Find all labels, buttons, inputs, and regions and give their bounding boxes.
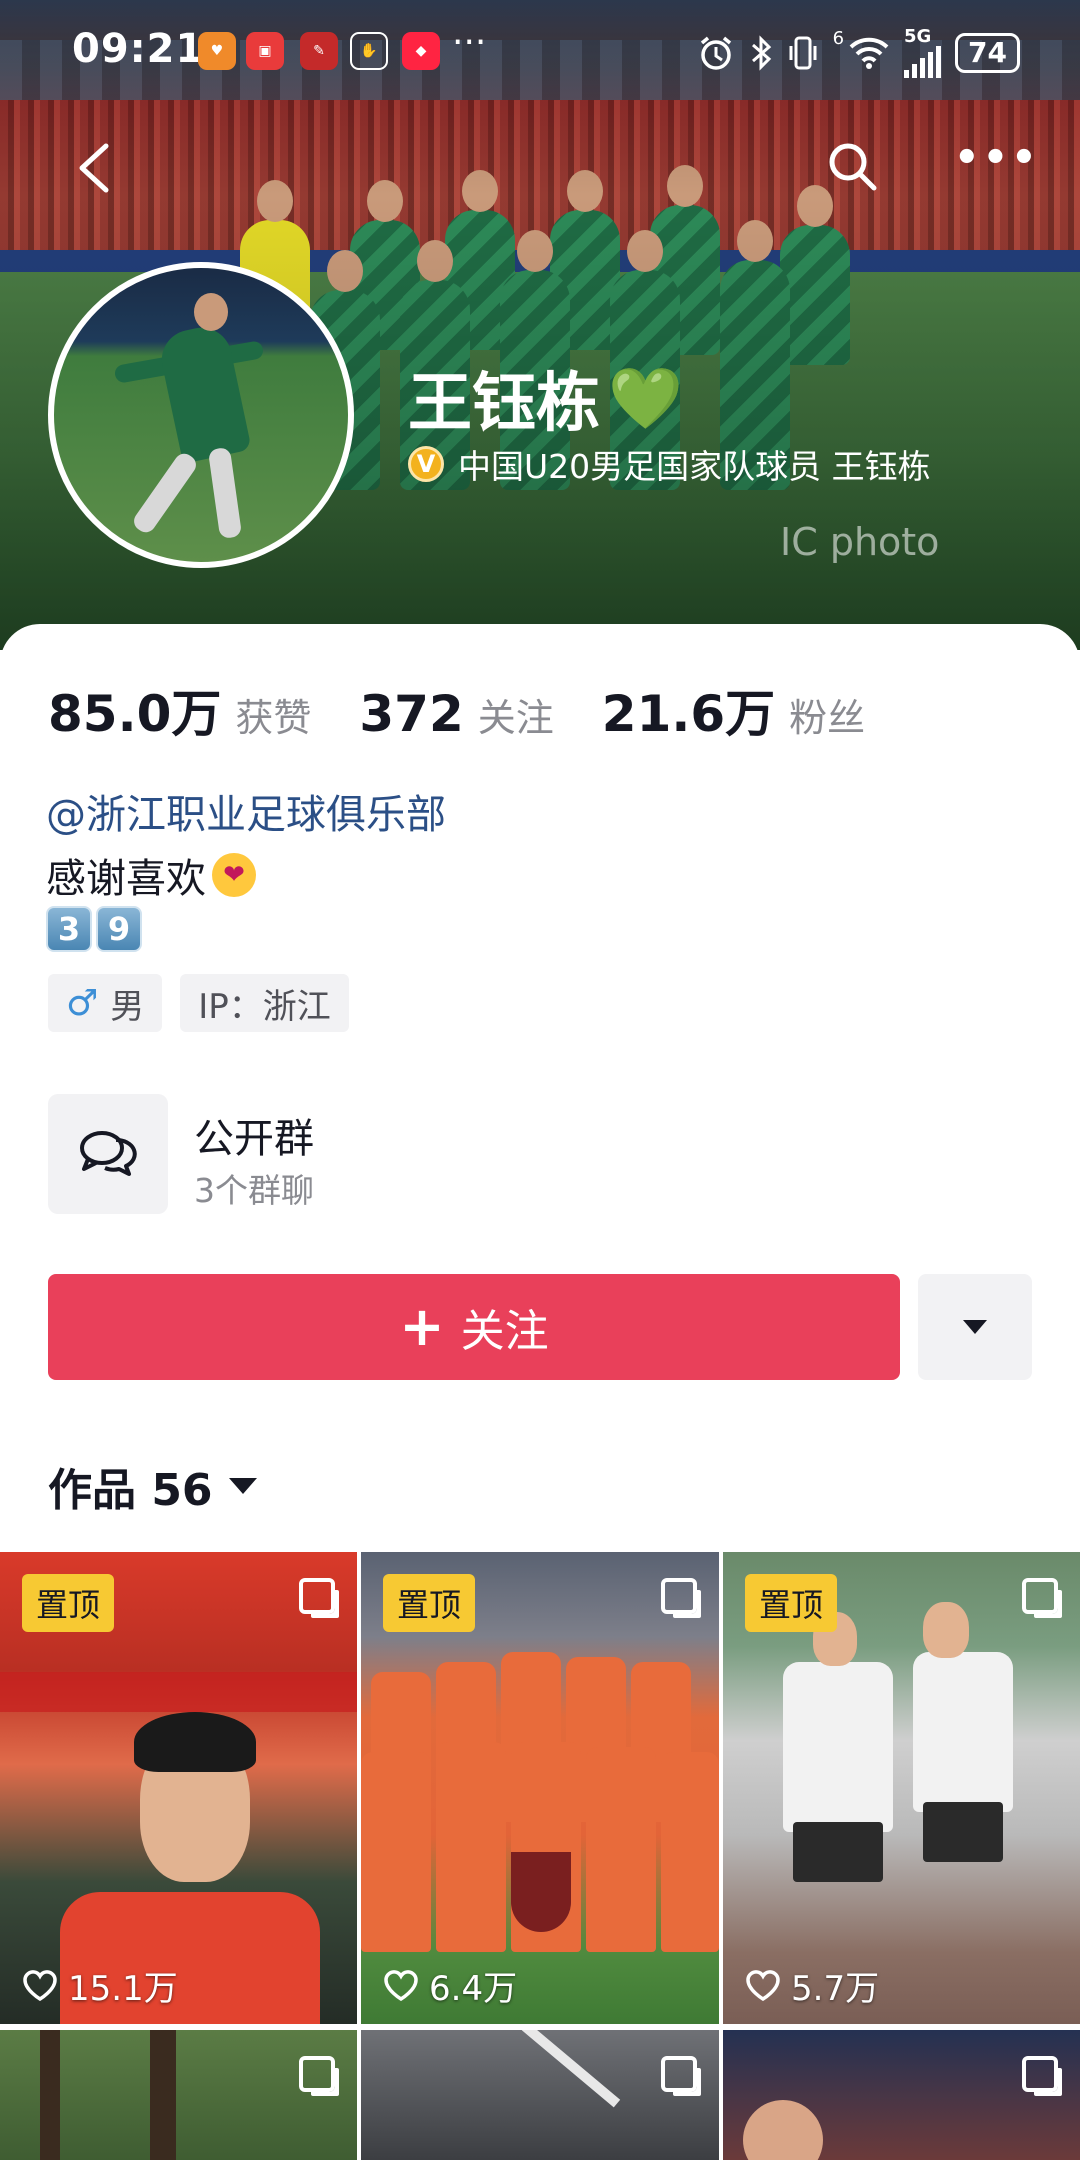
likes-count: 15.1万 bbox=[68, 1969, 178, 2009]
multi-image-icon bbox=[1022, 2056, 1058, 2092]
follow-button[interactable]: + 关注 bbox=[48, 1274, 900, 1380]
video-tile[interactable] bbox=[361, 2030, 719, 2160]
wifi-label: 6 bbox=[832, 28, 845, 49]
caret-down-icon bbox=[228, 1478, 257, 1494]
profile-banner: IC photo 09:21 ♥ ▣ ✎ ✋ ◆ ··· 6 5G 74 •••… bbox=[0, 0, 1080, 650]
follow-options-button[interactable] bbox=[918, 1274, 1032, 1380]
works-tab[interactable]: 作品 56 bbox=[48, 1454, 257, 1518]
multi-image-icon bbox=[661, 2056, 697, 2092]
likes-count: 5.7万 bbox=[791, 1969, 880, 2009]
follow-label: 关注 bbox=[460, 1306, 549, 1357]
video-tile[interactable] bbox=[723, 2030, 1080, 2160]
notification-app-icon: ◆ bbox=[402, 32, 440, 70]
profile-name: 王钰栋 💚 bbox=[408, 352, 683, 444]
back-icon[interactable] bbox=[72, 140, 116, 196]
stat-value: 21.6万 bbox=[601, 685, 776, 743]
pinned-badge: 置顶 bbox=[22, 1574, 115, 1632]
group-chat-icon bbox=[48, 1094, 168, 1214]
video-tile[interactable]: 置顶 15.1万 bbox=[0, 1552, 357, 2024]
pinned-badge: 置顶 bbox=[383, 1574, 476, 1632]
multi-image-icon bbox=[299, 2056, 335, 2092]
likes-count: 6.4万 bbox=[429, 1969, 518, 2009]
kiss-emoji-icon: ❤ bbox=[212, 853, 256, 897]
video-likes: 5.7万 bbox=[745, 1961, 879, 2010]
vibrate-icon bbox=[789, 36, 817, 70]
signal-icon bbox=[904, 46, 942, 78]
group-title: 公开群 bbox=[194, 1116, 314, 1162]
tag-label: 男 bbox=[110, 986, 145, 1027]
notification-app-icon: ✎ bbox=[300, 32, 338, 70]
video-likes: 6.4万 bbox=[383, 1961, 517, 2010]
stat-followers[interactable]: 21.6万 粉丝 bbox=[602, 674, 865, 746]
keycap-icon: 3 bbox=[46, 906, 92, 952]
status-time: 09:21 bbox=[72, 26, 205, 72]
multi-image-icon bbox=[1022, 1578, 1058, 1614]
gender-tag: ♂ 男 bbox=[48, 974, 163, 1032]
verification-line: V 中国U20男足国家队球员 王钰栋 bbox=[408, 440, 931, 488]
stat-value: 85.0万 bbox=[48, 685, 222, 743]
battery-indicator: 74 bbox=[955, 33, 1020, 73]
male-icon: ♂ bbox=[66, 982, 99, 1024]
bio-mention-link[interactable]: @浙江职业足球俱乐部 bbox=[46, 782, 446, 840]
stat-following[interactable]: 372 关注 bbox=[359, 685, 553, 743]
heart-outline-icon bbox=[746, 1969, 780, 2001]
heart-outline-icon bbox=[384, 1969, 418, 2001]
bio-keycaps: 3 9 bbox=[46, 906, 142, 952]
photo-watermark: IC photo bbox=[780, 520, 940, 564]
avatar[interactable] bbox=[48, 262, 354, 568]
verification-text: 中国U20男足国家队球员 王钰栋 bbox=[458, 447, 931, 486]
network-type: 5G bbox=[904, 26, 932, 47]
plus-icon: + bbox=[399, 1295, 445, 1358]
green-heart-icon: 💚 bbox=[608, 363, 683, 434]
stat-label: 获赞 bbox=[235, 696, 312, 740]
keycap-icon: 9 bbox=[96, 906, 142, 952]
video-tile[interactable] bbox=[0, 2030, 357, 2160]
tag-label: IP：浙江 bbox=[198, 986, 331, 1027]
group-subtitle: 3个群聊 bbox=[194, 1171, 314, 1210]
wifi-icon bbox=[849, 37, 889, 69]
multi-image-icon bbox=[299, 1578, 335, 1614]
video-likes: 15.1万 bbox=[22, 1961, 178, 2010]
stat-label: 粉丝 bbox=[789, 696, 866, 740]
more-options-icon[interactable]: ••• bbox=[954, 138, 1037, 188]
heart-outline-icon bbox=[23, 1969, 57, 2001]
search-icon[interactable] bbox=[826, 140, 880, 194]
multi-image-icon bbox=[661, 1578, 697, 1614]
triangle-down-icon bbox=[963, 1320, 987, 1334]
profile-tags: ♂ 男 IP：浙江 bbox=[48, 974, 349, 1032]
status-bar: 09:21 ♥ ▣ ✎ ✋ ◆ ··· 6 5G 74 bbox=[0, 0, 1080, 100]
profile-stats: 85.0万 获赞 372 关注 21.6万 粉丝 bbox=[48, 674, 913, 746]
notification-app-icon: ♥ bbox=[198, 32, 236, 70]
bio-line: 感谢喜欢 bbox=[46, 856, 206, 902]
video-tile[interactable]: 置顶 6.4万 bbox=[361, 1552, 719, 2024]
status-indicators: 6 5G 74 bbox=[697, 28, 1020, 78]
more-notifications-icon: ··· bbox=[452, 22, 487, 63]
stat-likes: 85.0万 获赞 bbox=[48, 674, 311, 746]
notification-app-icon: ✋ bbox=[350, 32, 388, 70]
profile-name-text: 王钰栋 bbox=[408, 367, 600, 441]
stat-label: 关注 bbox=[477, 696, 554, 740]
video-tile[interactable]: 置顶 5.7万 bbox=[723, 1552, 1080, 2024]
notification-app-icon: ▣ bbox=[246, 32, 284, 70]
pinned-badge: 置顶 bbox=[745, 1574, 838, 1632]
ip-location-tag: IP：浙江 bbox=[180, 974, 349, 1032]
stat-value: 372 bbox=[359, 685, 464, 743]
bio-text: 感谢喜欢 ❤ bbox=[46, 846, 256, 904]
works-grid: 置顶 15.1万 置顶 6.4万 置顶 5.7万 bbox=[0, 1552, 1080, 2160]
alarm-icon bbox=[700, 36, 731, 70]
verified-badge-icon: V bbox=[408, 446, 444, 482]
works-label: 作品 56 bbox=[48, 1465, 213, 1516]
public-group-entry[interactable]: 公开群 3个群聊 bbox=[48, 1094, 648, 1214]
bluetooth-icon bbox=[751, 35, 771, 71]
